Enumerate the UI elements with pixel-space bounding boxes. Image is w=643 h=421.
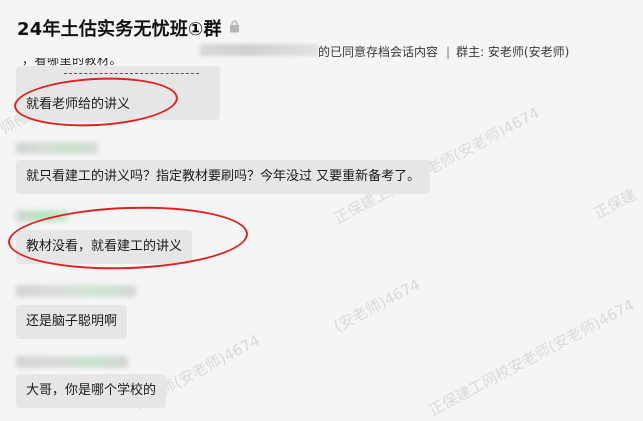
- blurred-sender-name: [16, 142, 98, 154]
- group-subtitle: 的已同意存档会话内容 | 群主: 安老师(安老师): [318, 43, 569, 60]
- watermark-text: 正保建工网校安老师(安老师)4674: [425, 295, 638, 420]
- message-bubble: 大哥，你是哪个学校的: [16, 374, 167, 408]
- message-text: 教材没看，就看建工的讲义: [26, 239, 183, 254]
- message-text: 就只看建工的讲义吗？指定教材要刷吗？今年没过 又要重新备考了。: [26, 169, 421, 184]
- message-text: 大哥，你是哪个学校的: [26, 383, 157, 398]
- message-bubble: 还是脑子聪明啊: [16, 305, 128, 339]
- message-bubble: 教材没看，就看建工的讲义: [16, 230, 193, 264]
- chat-header: 24年土估实务无忧班①群 的已同意存档会话内容 | 群主: 安老师(安老师): [0, 0, 643, 66]
- message-text: 就看老师给的讲义: [26, 97, 131, 112]
- message-text: 还是脑子聪明啊: [26, 314, 118, 329]
- message-bubble: 就只看建工的讲义吗？指定教材要刷吗？今年没过 又要重新备考了。: [16, 160, 431, 194]
- blurred-sender-name: [16, 210, 68, 222]
- message-bubble: 就看老师给的讲义: [16, 88, 141, 122]
- watermark-text: (安老师)4674: [330, 275, 424, 336]
- blurred-member-info: [200, 44, 318, 56]
- blurred-sender-name: [16, 356, 128, 368]
- dashed-divider: [64, 73, 199, 74]
- group-title: 24年土估实务无忧班①群: [17, 19, 222, 40]
- partial-message-text: ，看哪里的教材。: [22, 58, 123, 67]
- blurred-sender-name: [16, 285, 136, 297]
- subtitle-separator: |: [446, 45, 451, 59]
- watermark-text: 正保建: [590, 185, 640, 223]
- consent-text: 的已同意存档会话内容: [318, 45, 439, 59]
- group-owner: 群主: 安老师(安老师): [456, 45, 570, 59]
- lock-icon: [230, 20, 239, 33]
